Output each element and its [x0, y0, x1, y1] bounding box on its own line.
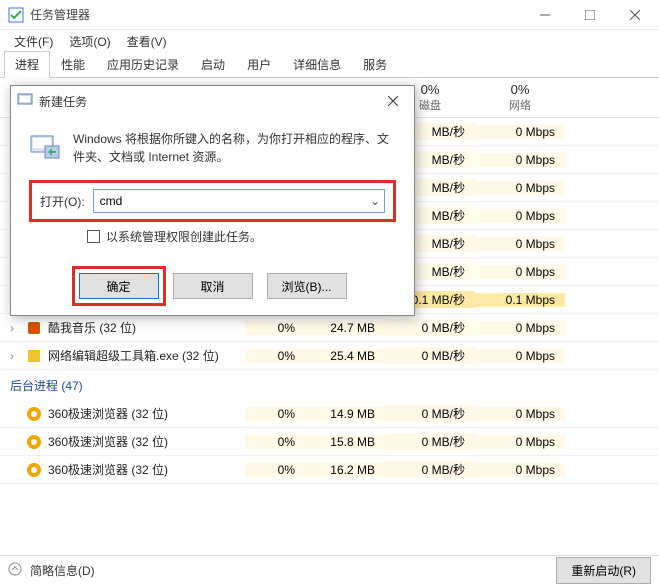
restart-button[interactable]: 重新启动(R) — [556, 557, 651, 584]
dialog-title-bar: 新建任务 — [11, 86, 414, 116]
chevron-up-icon[interactable] — [8, 562, 22, 579]
tab-startup[interactable]: 启动 — [190, 51, 236, 78]
browser-icon — [26, 462, 42, 478]
status-bar: 简略信息(D) 重新启动(R) — [0, 555, 659, 585]
process-name: 360极速浏览器 (32 位) — [48, 433, 168, 450]
browse-button[interactable]: 浏览(B)... — [267, 273, 347, 299]
dialog-icon — [17, 92, 33, 111]
dialog-message: Windows 将根据你所键入的名称，为你打开相应的程序、文件夹、文档或 Int… — [73, 130, 396, 166]
table-row[interactable]: 360极速浏览器 (32 位) 0% 14.9 MB 0 MB/秒 0 Mbps — [0, 400, 659, 428]
maximize-button[interactable] — [567, 0, 612, 30]
expand-icon[interactable]: › — [10, 321, 20, 335]
menu-view[interactable]: 查看(V) — [119, 31, 175, 52]
column-network[interactable]: 0% 网络 — [475, 78, 565, 117]
minimize-button[interactable] — [522, 0, 567, 30]
close-button[interactable] — [612, 0, 657, 30]
browser-icon — [26, 406, 42, 422]
music-icon — [26, 320, 42, 336]
app-icon — [8, 7, 24, 23]
open-input[interactable] — [94, 194, 366, 208]
run-icon — [29, 130, 61, 162]
dialog-title: 新建任务 — [39, 93, 378, 110]
table-row[interactable]: 360极速浏览器 (32 位) 0% 16.2 MB 0 MB/秒 0 Mbps — [0, 456, 659, 484]
title-bar: 任务管理器 — [0, 0, 659, 30]
run-dialog: 新建任务 Windows 将根据你所键入的名称，为你打开相应的程序、文件夹、文档… — [10, 85, 415, 316]
brief-info-link[interactable]: 简略信息(D) — [30, 562, 95, 579]
open-combobox[interactable]: ⌄ — [93, 189, 385, 213]
dialog-close-button[interactable] — [378, 96, 408, 106]
table-row[interactable]: › 网络编辑超级工具箱.exe (32 位) 0% 25.4 MB 0 MB/秒… — [0, 342, 659, 370]
window-title: 任务管理器 — [30, 6, 522, 23]
tab-processes[interactable]: 进程 — [4, 51, 50, 78]
tab-app-history[interactable]: 应用历史记录 — [96, 51, 190, 78]
menu-bar: 文件(F) 选项(O) 查看(V) — [0, 30, 659, 52]
expand-icon[interactable]: › — [10, 349, 20, 363]
exe-icon — [26, 348, 42, 364]
process-name: 360极速浏览器 (32 位) — [48, 405, 168, 422]
section-background[interactable]: 后台进程 (47) — [0, 370, 659, 400]
open-field-highlight: 打开(O): ⌄ — [29, 180, 396, 222]
table-row[interactable]: 360极速浏览器 (32 位) 0% 15.8 MB 0 MB/秒 0 Mbps — [0, 428, 659, 456]
admin-label: 以系统管理权限创建此任务。 — [106, 228, 262, 245]
menu-file[interactable]: 文件(F) — [6, 31, 61, 52]
table-row[interactable]: › 酷我音乐 (32 位) 0% 24.7 MB 0 MB/秒 0 Mbps — [0, 314, 659, 342]
process-name: 网络编辑超级工具箱.exe (32 位) — [48, 347, 219, 364]
open-label: 打开(O): — [40, 193, 85, 210]
process-name: 360极速浏览器 (32 位) — [48, 461, 168, 478]
tab-services[interactable]: 服务 — [352, 51, 398, 78]
process-name: 酷我音乐 (32 位) — [48, 319, 136, 336]
tab-users[interactable]: 用户 — [236, 51, 282, 78]
tab-performance[interactable]: 性能 — [50, 51, 96, 78]
chevron-down-icon[interactable]: ⌄ — [366, 194, 384, 208]
tabs: 进程 性能 应用历史记录 启动 用户 详细信息 服务 — [0, 52, 659, 78]
ok-button[interactable]: 确定 — [79, 273, 159, 299]
admin-checkbox[interactable] — [87, 230, 100, 243]
menu-options[interactable]: 选项(O) — [61, 31, 118, 52]
admin-checkbox-row: 以系统管理权限创建此任务。 — [29, 222, 396, 253]
tab-details[interactable]: 详细信息 — [282, 51, 352, 78]
browser-icon — [26, 434, 42, 450]
cancel-button[interactable]: 取消 — [173, 273, 253, 299]
